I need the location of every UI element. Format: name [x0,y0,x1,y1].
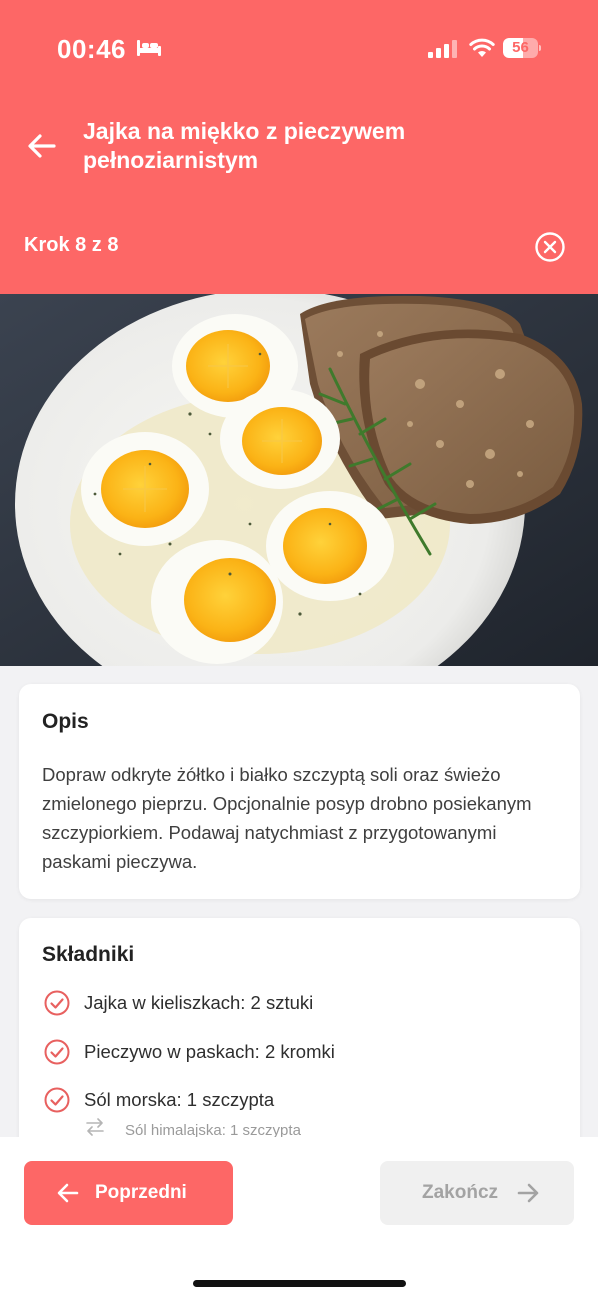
battery-icon: 56 [503,38,541,58]
status-bar: 00:46 56 [0,0,598,100]
description-text: Dopraw odkryte żółtko i białko szczyptą … [42,764,532,872]
check-circle-icon [44,1087,70,1113]
close-circle-icon [535,232,565,262]
step-indicator: Krok 8 z 8 [24,234,119,256]
header: 00:46 56 Jajka na miękko z pieczywem peł… [0,0,598,294]
wifi-icon [469,38,495,57]
home-indicator[interactable] [193,1280,406,1287]
check-circle-icon [44,990,70,1016]
bed-icon [137,40,161,56]
ingredient-label: Jajka w kieliszkach: 2 sztuki [84,992,314,1013]
arrow-right-icon [517,1183,539,1203]
close-button[interactable] [534,231,566,263]
battery-level-text: 56 [512,39,529,56]
arrow-left-icon [28,134,56,158]
ingredients-title: Składniki [42,943,135,966]
back-button[interactable] [24,128,60,164]
finish-button[interactable]: Zakończ [380,1161,574,1225]
description-title: Opis [42,710,89,733]
finish-button-label: Zakończ [422,1182,499,1203]
ingredient-item[interactable]: Jajka w kieliszkach: 2 sztuki [44,990,564,1018]
arrow-left-icon [57,1183,79,1203]
recipe-title: Jajka na miękko z pieczywem pełnoziarnis… [83,118,406,173]
ingredient-label: Sól morska: 1 szczypta [84,1089,275,1110]
ingredient-item[interactable]: Pieczywo w paskach: 2 kromki [44,1039,564,1067]
swap-icon [86,1118,104,1136]
ingredient-label: Pieczywo w paskach: 2 kromki [84,1041,335,1062]
recipe-photo [0,294,598,666]
status-time: 00:46 [57,34,126,64]
previous-button[interactable]: Poprzedni [24,1161,233,1225]
ingredient-item[interactable]: Sól morska: 1 szczypta [44,1087,564,1115]
check-circle-icon [44,1039,70,1065]
signal-icon [428,40,457,58]
previous-button-label: Poprzedni [95,1182,187,1203]
